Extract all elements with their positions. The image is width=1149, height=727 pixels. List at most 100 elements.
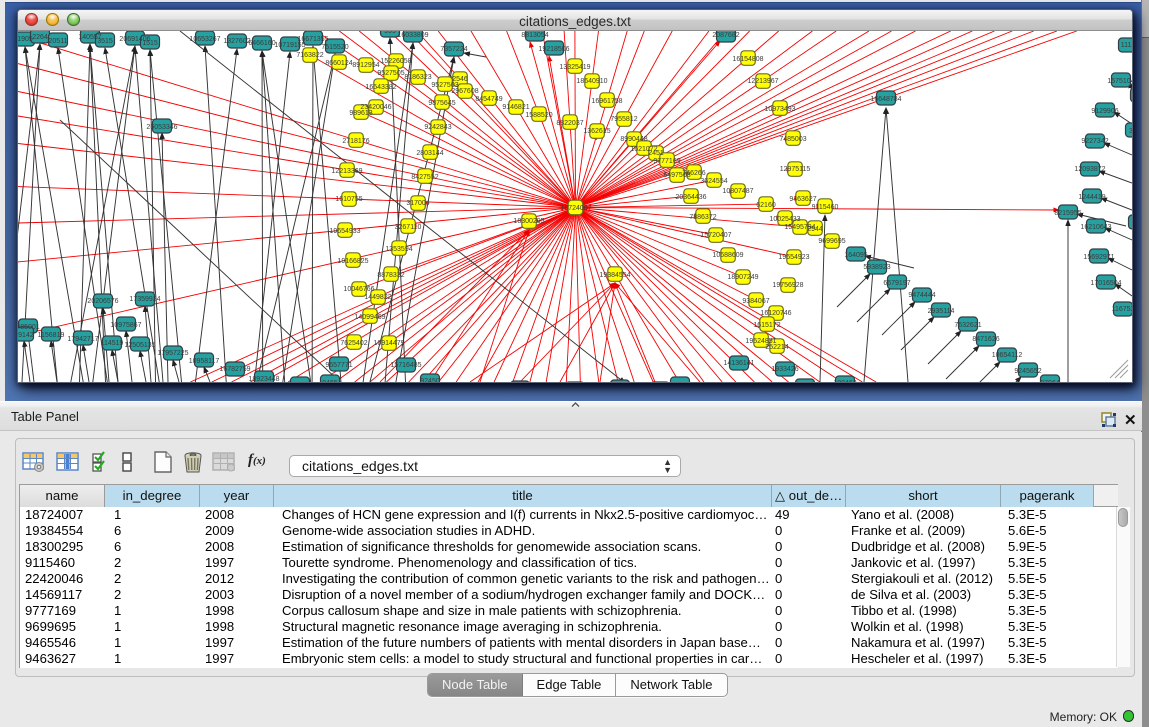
svg-text:1112: 1112: [1121, 42, 1132, 49]
svg-text:9242843: 9242843: [424, 124, 451, 131]
svg-text:12505135: 12505135: [124, 342, 155, 349]
svg-text:116753: 116753: [1112, 306, 1132, 313]
svg-text:12975115: 12975115: [780, 166, 811, 173]
svg-text:18300295: 18300295: [513, 218, 544, 225]
svg-text:2944: 2944: [807, 226, 823, 233]
svg-text:8427552: 8427552: [411, 174, 438, 181]
svg-text:10653267: 10653267: [189, 36, 220, 43]
svg-text:16154808: 16154808: [732, 56, 763, 63]
svg-text:2264: 2264: [32, 34, 48, 41]
svg-text:9657771: 9657771: [325, 362, 352, 369]
svg-text:7886372: 7886372: [689, 214, 716, 221]
svg-text:10719155: 10719155: [274, 42, 305, 49]
svg-text:14099469: 14099469: [354, 314, 385, 321]
svg-text:16782759: 16782759: [219, 366, 250, 373]
svg-text:114519: 114519: [101, 340, 124, 347]
svg-text:19756928: 19756928: [772, 282, 803, 289]
svg-text:62160: 62160: [756, 202, 776, 209]
svg-text:16543382: 16543382: [365, 84, 396, 91]
svg-text:1156819: 1156819: [38, 332, 65, 339]
svg-text:9465: 9465: [322, 380, 338, 382]
svg-text:1905: 1905: [18, 36, 33, 43]
svg-text:16671355: 16671355: [297, 36, 328, 43]
svg-text:3515: 3515: [97, 38, 113, 45]
svg-text:23420046: 23420046: [360, 104, 391, 111]
svg-text:8878332: 8878332: [377, 272, 404, 279]
svg-text:485001: 485001: [18, 324, 40, 331]
svg-text:1515: 1515: [142, 40, 158, 47]
svg-text:7632621: 7632621: [954, 322, 981, 329]
svg-text:2967608: 2967608: [451, 88, 478, 95]
svg-text:15720407: 15720407: [700, 232, 731, 239]
svg-text:1575104: 1575104: [1107, 78, 1132, 85]
svg-text:8822037: 8822037: [556, 120, 583, 127]
svg-text:100462: 100462: [833, 380, 856, 382]
svg-text:164095: 164095: [844, 252, 867, 259]
svg-text:9115460: 9115460: [812, 204, 839, 211]
svg-text:9463627: 9463627: [789, 196, 816, 203]
svg-text:746266: 746266: [682, 170, 705, 177]
svg-text:1933426: 1933426: [771, 366, 798, 373]
svg-text:2087682: 2087682: [712, 32, 739, 39]
svg-text:1362615: 1362615: [583, 128, 610, 135]
svg-text:10688609: 10688609: [712, 252, 743, 259]
svg-text:20511: 20511: [49, 38, 68, 45]
svg-text:8813054: 8813054: [521, 32, 548, 39]
svg-text:9474444: 9474444: [908, 292, 935, 299]
svg-text:16033809: 16033809: [397, 32, 428, 39]
svg-text:18907249: 18907249: [727, 274, 758, 281]
svg-text:343: 343: [1129, 128, 1132, 135]
svg-text:99142: 99142: [18, 332, 34, 339]
svg-text:18724007: 18724007: [560, 205, 591, 212]
svg-text:6466160: 6466160: [248, 40, 275, 47]
svg-text:19654933: 19654933: [329, 228, 360, 235]
svg-text:16648784: 16648784: [870, 96, 901, 103]
svg-text:17359924: 17359924: [129, 296, 160, 303]
svg-text:9227342: 9227342: [1081, 138, 1108, 145]
svg-text:1588520: 1588520: [525, 112, 552, 119]
svg-text:9384067: 9384067: [742, 298, 769, 305]
svg-text:10973493: 10973493: [764, 106, 795, 113]
svg-text:15716485: 15716485: [390, 362, 421, 369]
svg-text:8471626: 8471626: [972, 336, 999, 343]
svg-text:9245652: 9245652: [1014, 368, 1041, 375]
svg-text:10958117: 10958117: [189, 358, 220, 365]
svg-text:19654923: 19654923: [778, 254, 809, 261]
svg-text:9527505: 9527505: [377, 70, 404, 77]
svg-text:92450: 92450: [420, 378, 440, 382]
svg-text:3624554: 3624554: [700, 178, 727, 185]
svg-text:9777169: 9777169: [653, 158, 680, 165]
svg-text:317004: 317004: [406, 200, 429, 207]
svg-text:13325419: 13325419: [559, 64, 590, 71]
svg-text:7955812: 7955812: [610, 116, 637, 123]
svg-text:8454749: 8454749: [475, 96, 502, 103]
svg-text:8912954: 8912954: [352, 62, 379, 69]
svg-text:7515520: 7515520: [321, 44, 348, 51]
svg-text:17016504: 17016504: [1090, 280, 1121, 287]
svg-text:8660124: 8660124: [325, 60, 352, 67]
svg-text:5938923: 5938923: [863, 264, 890, 271]
svg-text:1353594: 1353594: [385, 246, 412, 253]
svg-text:6679197: 6679197: [883, 280, 910, 287]
svg-text:16120746: 16120746: [760, 310, 791, 317]
svg-text:989613: 989613: [349, 110, 372, 117]
svg-text:10807487: 10807487: [722, 188, 753, 195]
svg-text:2935114: 2935114: [928, 308, 955, 315]
svg-text:999: 999: [384, 31, 396, 35]
svg-text:15692971: 15692971: [1083, 254, 1114, 261]
svg-text:87064: 87064: [1040, 380, 1060, 382]
svg-text:7357224: 7357224: [440, 46, 467, 53]
svg-text:1615172: 1615172: [753, 322, 780, 329]
svg-text:20206576: 20206576: [87, 298, 118, 305]
svg-text:19218506: 19218506: [538, 46, 569, 53]
svg-text:12213967: 12213967: [747, 78, 778, 85]
svg-text:9129906: 9129906: [1091, 108, 1118, 115]
svg-text:19166825: 19166825: [337, 258, 368, 265]
svg-text:18923448: 18923448: [248, 376, 279, 382]
svg-text:1244419: 1244419: [1078, 194, 1105, 201]
svg-text:18640910: 18640910: [576, 78, 607, 85]
svg-text:7485003: 7485003: [779, 136, 806, 143]
svg-text:9146821: 9146821: [502, 104, 529, 111]
svg-text:16914479: 16914479: [373, 340, 404, 347]
svg-text:20364436: 20364436: [675, 194, 706, 201]
